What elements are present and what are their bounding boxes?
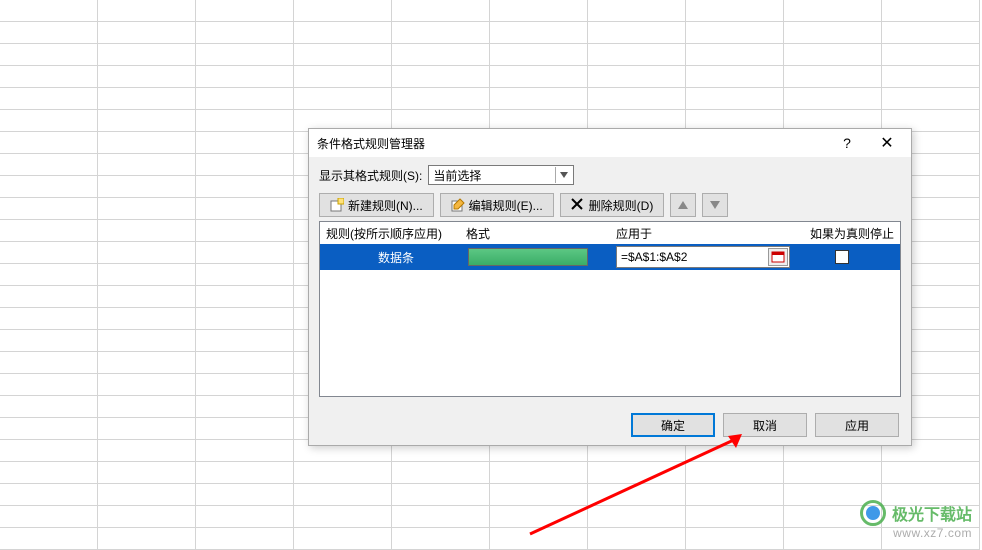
move-down-button[interactable] [702, 193, 728, 217]
rules-manager-dialog: 条件格式规则管理器 ? ✕ 显示其格式规则(S): 当前选择 新建规则(N)..… [308, 128, 912, 446]
move-up-button[interactable] [670, 193, 696, 217]
close-icon: ✕ [880, 133, 893, 153]
rules-header: 规则(按所示顺序应用) 格式 应用于 如果为真则停止 [320, 222, 900, 244]
watermark-brand: 极光下载站 [892, 501, 972, 525]
help-button[interactable]: ? [827, 130, 867, 156]
edit-rule-icon [451, 198, 465, 212]
delete-icon [571, 198, 585, 212]
ok-button[interactable]: 确定 [631, 413, 715, 437]
chevron-down-icon [555, 167, 571, 183]
col-rule: 规则(按所示顺序应用) [326, 225, 466, 242]
scope-row: 显示其格式规则(S): 当前选择 [319, 165, 901, 185]
new-rule-icon [330, 198, 344, 212]
up-arrow-icon [678, 198, 688, 212]
titlebar: 条件格式规则管理器 ? ✕ [309, 129, 911, 157]
rule-row[interactable]: 数据条 [320, 244, 900, 270]
dialog-title: 条件格式规则管理器 [317, 135, 827, 152]
delete-rule-button[interactable]: 删除规则(D) [560, 193, 665, 217]
close-button[interactable]: ✕ [867, 130, 907, 156]
toolbar: 新建规则(N)... 编辑规则(E)... 删除规则(D) [319, 193, 901, 217]
col-format: 格式 [466, 225, 616, 242]
applies-to-field[interactable] [616, 246, 790, 268]
scope-select[interactable]: 当前选择 [428, 165, 574, 185]
watermark-url: www.xz7.com [893, 526, 972, 540]
applies-to-input[interactable] [621, 250, 789, 264]
new-rule-button[interactable]: 新建规则(N)... [319, 193, 434, 217]
rule-name: 数据条 [326, 249, 466, 266]
edit-rule-button[interactable]: 编辑规则(E)... [440, 193, 554, 217]
down-arrow-icon [710, 198, 720, 212]
scope-value: 当前选择 [433, 167, 481, 184]
stop-cell [790, 250, 894, 264]
help-icon: ? [843, 135, 851, 151]
watermark-logo-icon [860, 500, 886, 526]
stop-if-true-checkbox[interactable] [835, 250, 849, 264]
apply-button[interactable]: 应用 [815, 413, 899, 437]
range-selector-button[interactable] [768, 248, 788, 266]
range-selector-icon [771, 251, 785, 263]
rules-list: 规则(按所示顺序应用) 格式 应用于 如果为真则停止 数据条 [319, 221, 901, 397]
show-rules-label: 显示其格式规则(S): [319, 167, 422, 184]
cancel-button[interactable]: 取消 [723, 413, 807, 437]
col-applies: 应用于 [616, 225, 790, 242]
watermark: 极光下载站 www.xz7.com [860, 500, 972, 540]
dialog-body: 显示其格式规则(S): 当前选择 新建规则(N)... 编辑规则(E)... [309, 157, 911, 405]
dialog-footer: 确定 取消 应用 [309, 405, 911, 445]
format-preview [468, 248, 588, 266]
col-stop: 如果为真则停止 [790, 225, 894, 242]
